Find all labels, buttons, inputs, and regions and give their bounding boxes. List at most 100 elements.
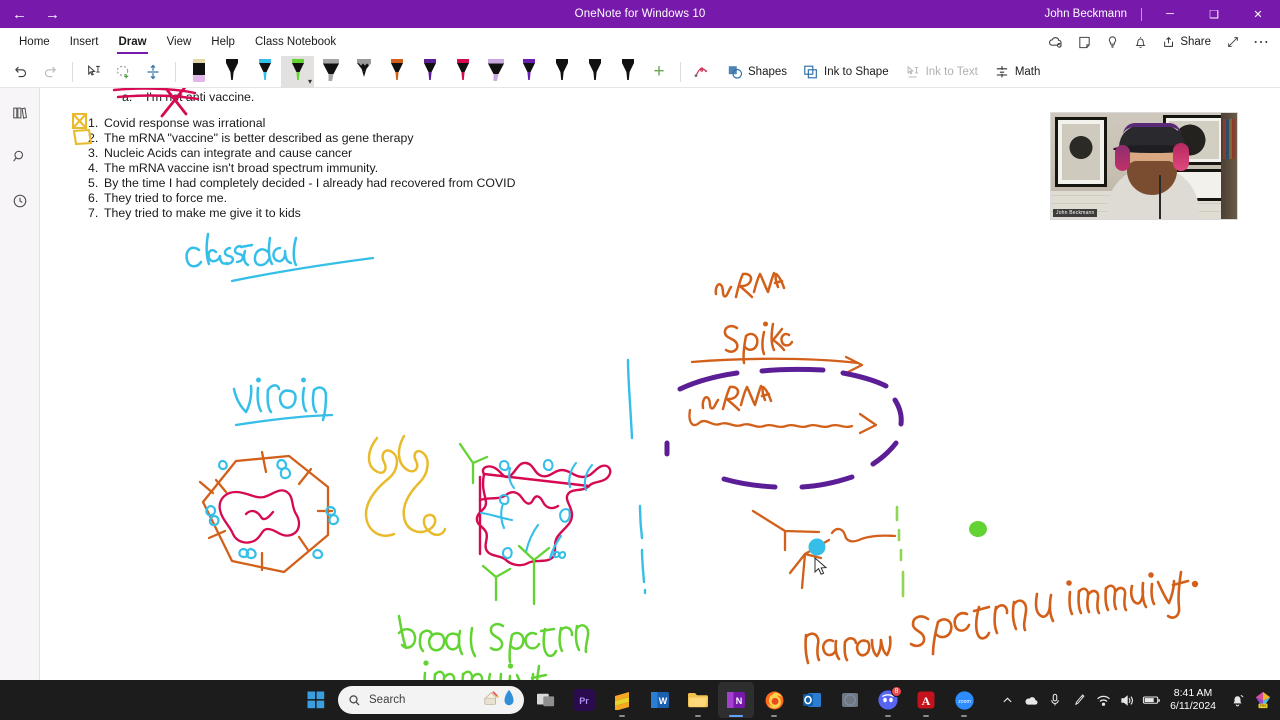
pen-pen-orange[interactable] bbox=[380, 56, 413, 88]
clock-area[interactable]: 8:41 AM 6/11/2024 bbox=[1164, 687, 1224, 713]
type-select-button[interactable] bbox=[79, 59, 107, 85]
taskbar-app-firefox[interactable] bbox=[756, 682, 792, 718]
full-page-view-icon[interactable] bbox=[1220, 30, 1246, 54]
taskbar-app-teams[interactable] bbox=[832, 682, 868, 718]
undo-button[interactable] bbox=[6, 59, 34, 85]
note-canvas[interactable]: a. I'm not anti vaccine. 1. Covid response… bbox=[40, 88, 1280, 680]
minimize-button[interactable]: ─ bbox=[1148, 0, 1192, 28]
list-item[interactable]: 3. Nucleic Acids can integrate and cause … bbox=[78, 147, 798, 162]
maximize-button[interactable]: ❑ bbox=[1192, 0, 1236, 28]
tool-math[interactable]: Math bbox=[986, 60, 1049, 84]
taskbar-app-onenote[interactable]: N bbox=[718, 682, 754, 718]
webcam-overlay[interactable]: John Beckmann bbox=[1050, 112, 1238, 220]
notification-bell-icon[interactable] bbox=[1226, 685, 1248, 715]
ribbon-tab-class-notebook[interactable]: Class Notebook bbox=[246, 32, 345, 53]
battery-icon[interactable] bbox=[1140, 685, 1162, 715]
more-options-icon[interactable]: ⋯ bbox=[1248, 30, 1274, 54]
chevron-down-icon[interactable]: ▾ bbox=[308, 77, 312, 86]
tool-ink-to-text: Ink to Text bbox=[897, 60, 986, 84]
pen-gallery: ▾ bbox=[182, 55, 644, 88]
file-explorer-icon bbox=[687, 690, 709, 710]
mouse-cursor bbox=[814, 557, 828, 575]
account-name[interactable]: John Beckmann bbox=[1045, 8, 1141, 20]
pen-pen-green[interactable]: ▾ bbox=[281, 55, 314, 88]
list-item-text: By the time I had completely decided - I… bbox=[104, 176, 516, 191]
sub-list-item[interactable]: a. I'm not anti vaccine. bbox=[122, 88, 798, 104]
ribbon-tab-draw[interactable]: Draw bbox=[109, 32, 155, 54]
wifi-icon[interactable] bbox=[1092, 685, 1114, 715]
lightbulb-icon[interactable] bbox=[1099, 30, 1125, 54]
pen-eraser[interactable] bbox=[182, 56, 215, 88]
bell-icon[interactable] bbox=[1127, 30, 1153, 54]
headphone-band bbox=[1123, 123, 1181, 135]
microphone-icon[interactable] bbox=[1044, 685, 1066, 715]
list-item[interactable]: 6. They tried to force me. bbox=[78, 192, 798, 207]
list-item-number: 7. bbox=[88, 206, 99, 221]
pen-pen-purple[interactable] bbox=[413, 56, 446, 88]
taskbar-app-acrobat[interactable]: A bbox=[908, 682, 944, 718]
ink-replay-icon[interactable] bbox=[687, 59, 715, 85]
list-item[interactable]: 5. By the time I had completely decided -… bbox=[78, 177, 798, 192]
pen-pen-black[interactable] bbox=[215, 56, 248, 88]
pen-pencil-grey[interactable] bbox=[347, 56, 380, 88]
recent-icon[interactable] bbox=[4, 186, 36, 216]
taskbar-app-file-explorer[interactable] bbox=[680, 682, 716, 718]
sticky-note-icon[interactable] bbox=[1071, 30, 1097, 54]
pen-pen-magenta[interactable] bbox=[446, 56, 479, 88]
list-item[interactable]: 2. The mRNA "vaccine" is better described… bbox=[78, 132, 798, 147]
ink-antibodies-green bbox=[458, 442, 551, 606]
taskbar-app-discord[interactable]: 8 bbox=[870, 682, 906, 718]
pen-pen-black-3[interactable] bbox=[578, 56, 611, 88]
taskbar-app-zoom[interactable]: zoom bbox=[946, 682, 982, 718]
share-icon bbox=[1164, 36, 1174, 47]
taskbar-search[interactable]: Search bbox=[338, 686, 524, 714]
search-placeholder-text: Search bbox=[369, 694, 406, 706]
pen-highlighter-grey[interactable] bbox=[314, 56, 347, 88]
ribbon-tab-help[interactable]: Help bbox=[202, 32, 244, 53]
list-item[interactable]: 4. The mRNA vaccine isn't broad spectrum … bbox=[78, 162, 798, 177]
insert-space-button[interactable] bbox=[139, 59, 167, 85]
pen-icon[interactable] bbox=[1068, 685, 1090, 715]
start-button[interactable] bbox=[298, 682, 334, 718]
pen-green-icon bbox=[291, 58, 304, 80]
numbered-list[interactable]: 1. Covid response was irrational 2. The mRN… bbox=[78, 117, 798, 222]
notebooks-icon[interactable] bbox=[4, 98, 36, 128]
ink-hexagon-capsid-orange bbox=[198, 450, 334, 574]
ribbon-tab-home[interactable]: Home bbox=[10, 32, 59, 53]
list-item[interactable]: 1. Covid response was irrational bbox=[78, 117, 798, 132]
tool-ink-to-shape[interactable]: Ink to Shape bbox=[795, 60, 897, 84]
cloud-sync-icon[interactable] bbox=[1043, 30, 1069, 54]
redo-button[interactable] bbox=[36, 59, 64, 85]
tool-shapes[interactable]: Shapes bbox=[719, 60, 795, 84]
list-item[interactable]: 7. They tried to make me give it to kids bbox=[78, 207, 798, 222]
draw-tools: Shapes Ink to Shape Ink to Text Math bbox=[719, 60, 1048, 84]
taskbar-app-sublime-text[interactable] bbox=[604, 682, 640, 718]
title-divider bbox=[1141, 7, 1142, 21]
pen-pen-black-4[interactable] bbox=[611, 56, 644, 88]
search-icon[interactable] bbox=[4, 142, 36, 172]
add-pen-button[interactable]: + bbox=[644, 58, 674, 86]
pen-highlighter-lilac[interactable] bbox=[479, 56, 512, 88]
lasso-select-button[interactable] bbox=[109, 59, 137, 85]
taskbar-app-premiere-pro[interactable]: Pr bbox=[566, 682, 602, 718]
taskbar-app-task-view[interactable] bbox=[528, 682, 564, 718]
ribbon-quick-actions: Share ⋯ bbox=[1043, 28, 1274, 56]
pen-pen-cyan[interactable] bbox=[248, 56, 281, 88]
pen-pen-violet[interactable] bbox=[512, 56, 545, 88]
typed-notes[interactable]: a. I'm not anti vaccine. 1. Covid response… bbox=[78, 88, 798, 222]
share-button[interactable]: Share bbox=[1155, 32, 1218, 52]
prism-app-icon[interactable]: PRS bbox=[1252, 685, 1274, 715]
ribbon-tab-view[interactable]: View bbox=[158, 32, 201, 53]
pen-pen-black-2[interactable] bbox=[545, 56, 578, 88]
sub-list-marker: a. bbox=[122, 90, 133, 104]
volume-icon[interactable] bbox=[1116, 685, 1138, 715]
svg-text:zoom: zoom bbox=[958, 698, 971, 704]
taskbar-app-word[interactable]: W bbox=[642, 682, 678, 718]
list-item-number: 3. bbox=[88, 146, 99, 161]
clock-time: 8:41 AM bbox=[1173, 687, 1213, 699]
chevron-up-icon[interactable] bbox=[996, 685, 1018, 715]
close-button[interactable]: ✕ bbox=[1236, 0, 1280, 28]
ribbon-tab-insert[interactable]: Insert bbox=[61, 32, 108, 53]
onedrive-icon[interactable] bbox=[1020, 685, 1042, 715]
taskbar-app-outlook[interactable] bbox=[794, 682, 830, 718]
